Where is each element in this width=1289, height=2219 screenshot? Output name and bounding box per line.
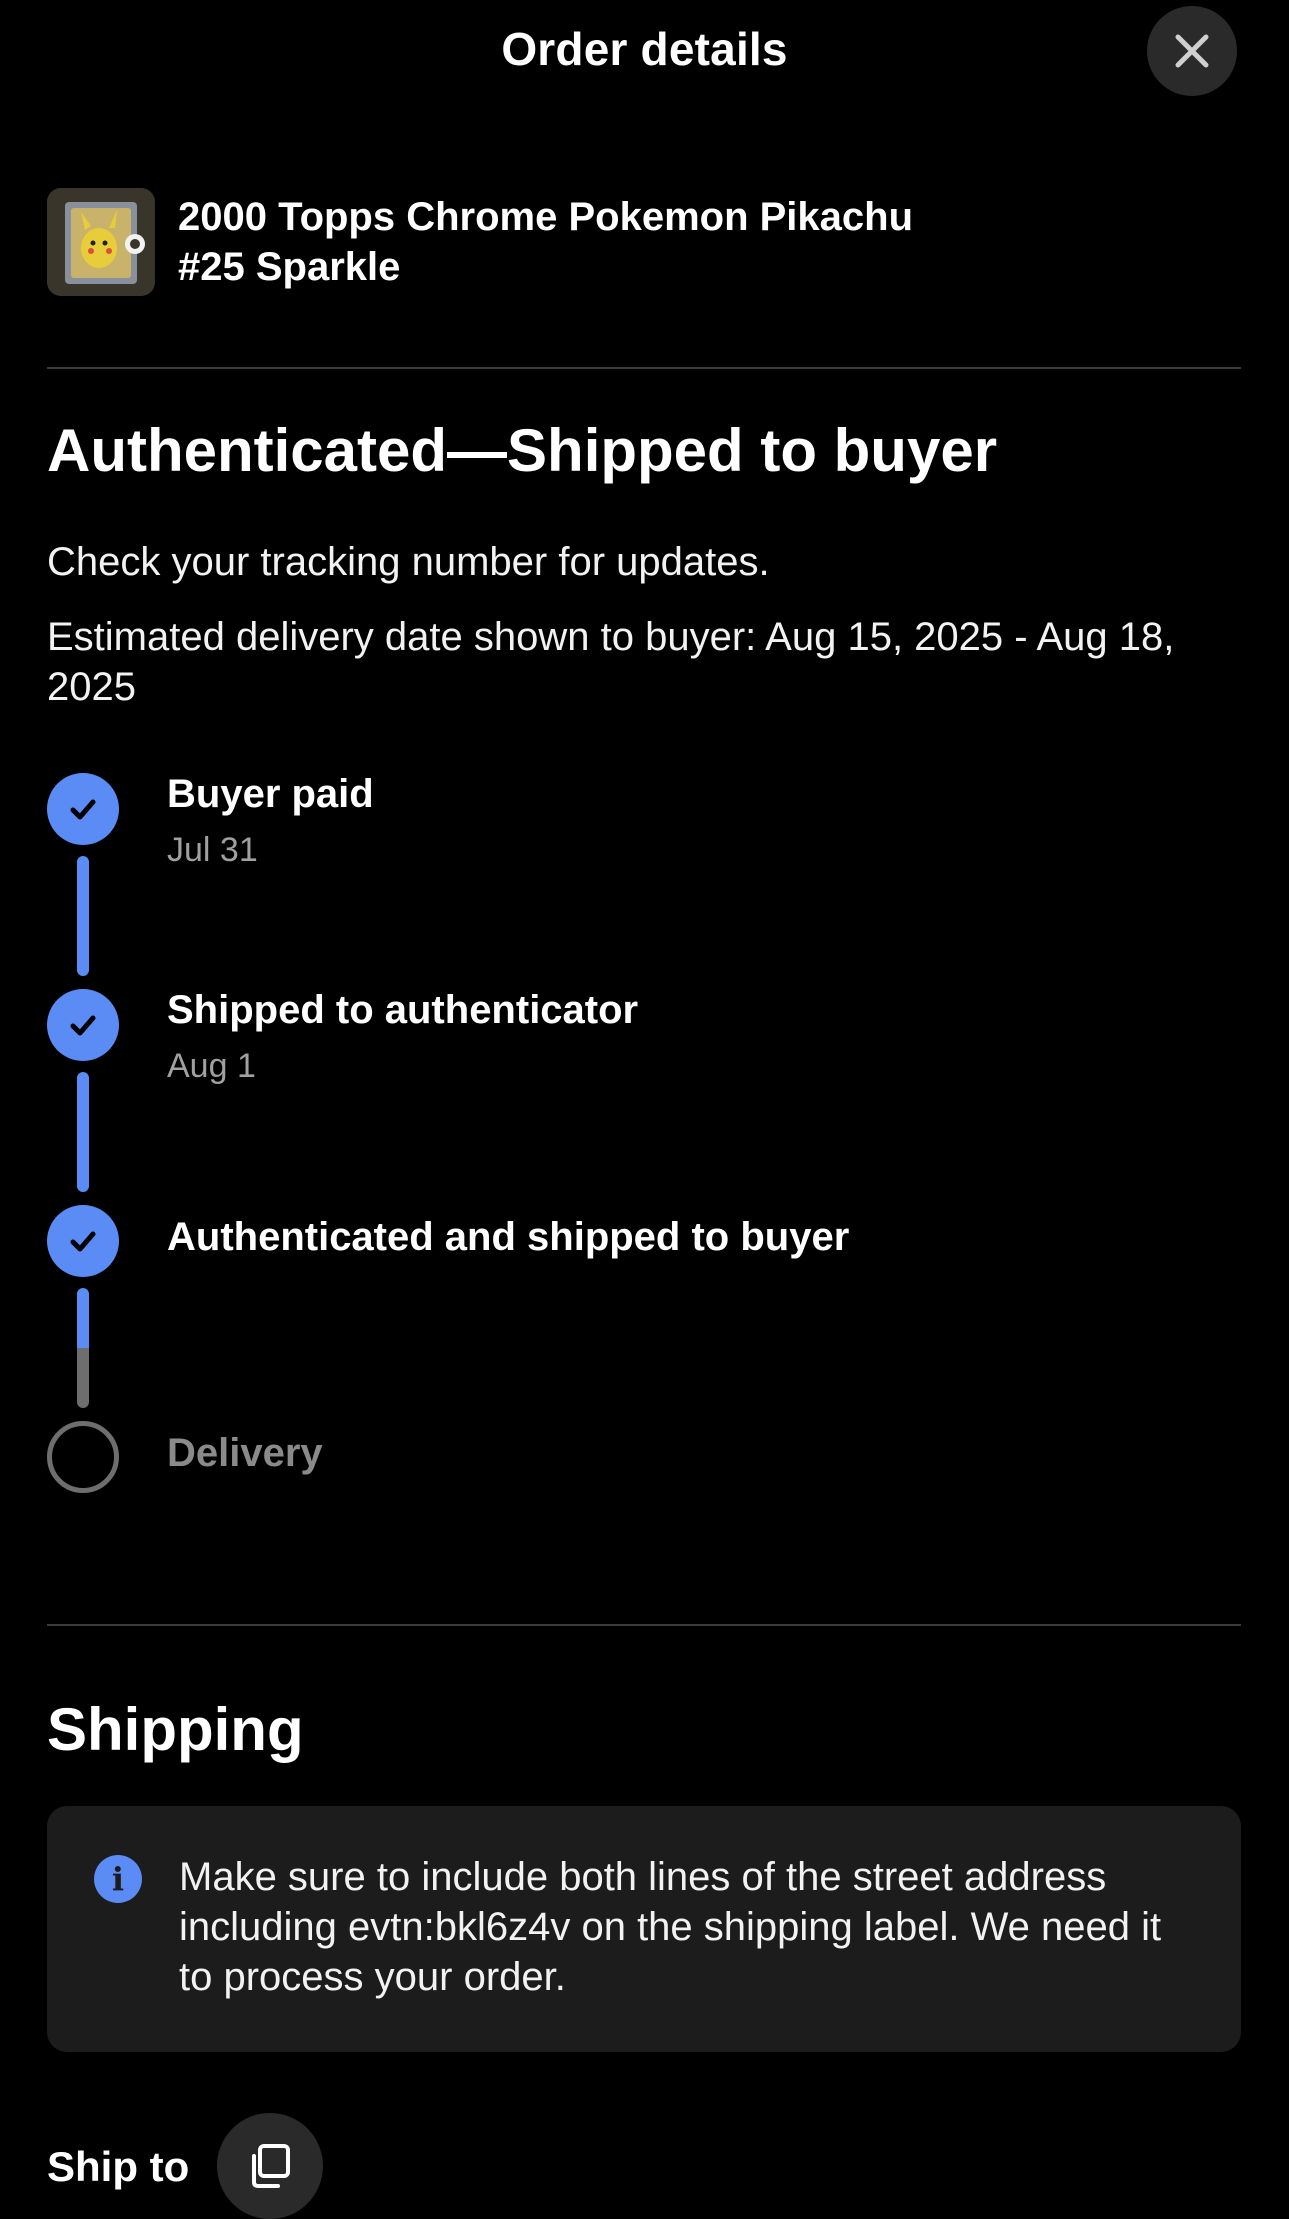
divider [47, 367, 1241, 369]
item-thumbnail[interactable] [47, 188, 155, 296]
status-heading: Authenticated—Shipped to buyer [47, 417, 998, 484]
copy-address-button[interactable] [217, 2113, 323, 2219]
tracking-note: Check your tracking number for updates. [47, 540, 770, 584]
step-check-icon [47, 1205, 119, 1277]
step-check-icon [47, 989, 119, 1061]
close-button[interactable] [1147, 6, 1237, 96]
step-date: Aug 1 [167, 1047, 256, 1085]
page-title: Order details [501, 23, 788, 75]
step-connector [77, 1072, 89, 1192]
step-label: Shipped to authenticator [167, 988, 639, 1032]
shipping-heading: Shipping [47, 1696, 304, 1763]
item-title-line2: #25 Sparkle [178, 245, 401, 289]
ship-to-label: Ship to [47, 2143, 190, 2190]
step-label: Buyer paid [167, 772, 374, 816]
item-title-line1: 2000 Topps Chrome Pokemon Pikachu [178, 195, 914, 239]
close-icon [1175, 34, 1209, 68]
step-pending-icon [47, 1421, 119, 1493]
shipping-notice: i Make sure to include both lines of the… [47, 1806, 1241, 2052]
delivery-estimate: Estimated delivery date shown to buyer: … [47, 615, 1175, 709]
step-label: Authenticated and shipped to buyer [167, 1215, 850, 1259]
step-connector [77, 1288, 89, 1408]
step-check-icon [47, 773, 119, 845]
copy-icon [252, 2144, 290, 2188]
pikachu-card-image [47, 188, 155, 296]
step-label: Delivery [167, 1431, 323, 1475]
info-icon: i [94, 1855, 142, 1903]
item-title[interactable]: 2000 Topps Chrome Pokemon Pikachu #25 Sp… [178, 192, 1078, 292]
step-connector [77, 856, 89, 976]
notice-text: Make sure to include both lines of the s… [179, 1855, 1162, 1999]
step-date: Jul 31 [167, 831, 258, 869]
divider [47, 1624, 1241, 1626]
